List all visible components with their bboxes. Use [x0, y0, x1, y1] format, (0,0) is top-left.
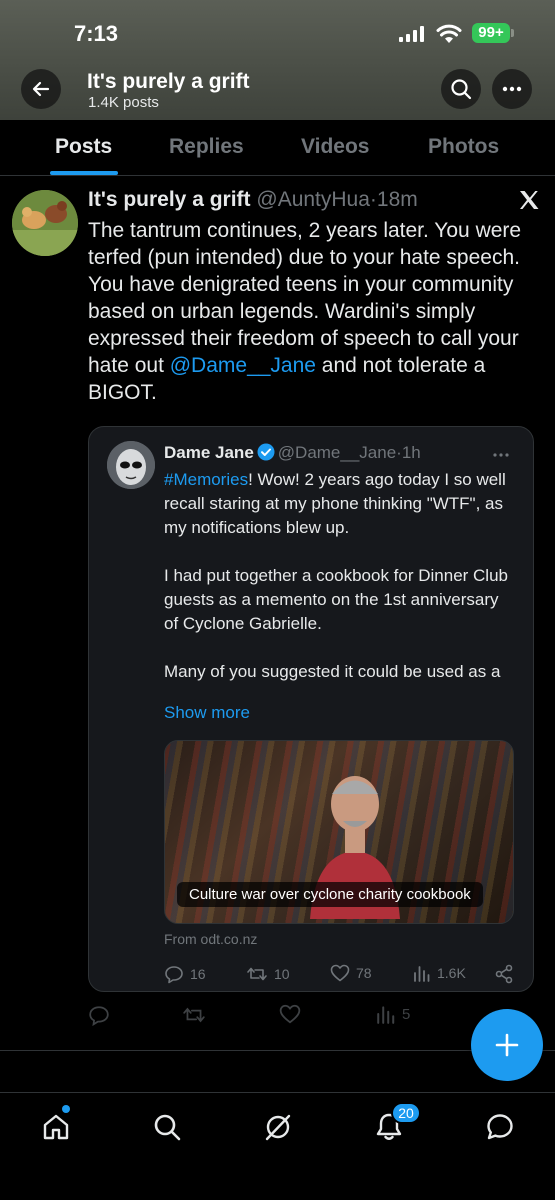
author-handle[interactable]: @AuntyHua [256, 188, 370, 211]
show-more-link[interactable]: Show more [164, 703, 250, 723]
home-icon [43, 1114, 69, 1140]
quoted-author-name[interactable]: Dame Jane [164, 443, 254, 462]
quoted-paragraph: I had put together a cookbook for Dinner… [164, 566, 508, 633]
status-time: 7:13 [74, 21, 119, 46]
reply-icon [165, 966, 183, 984]
post-views-button[interactable]: 5 [376, 1004, 410, 1024]
analytics-icon [414, 966, 430, 982]
like-button[interactable]: 78 [330, 964, 372, 982]
status-bar: 7:13 99+ [0, 18, 555, 48]
quoted-header: Dame Jane @Dame__Jane·1h [164, 443, 421, 463]
repost-count: 10 [274, 966, 290, 982]
nav-grok[interactable] [260, 1109, 296, 1145]
quoted-avatar[interactable] [107, 441, 155, 489]
author-name[interactable]: It's purely a grift [88, 188, 251, 211]
like-count: 78 [356, 965, 372, 981]
quoted-post-time[interactable]: 1h [402, 443, 421, 462]
compose-post-button[interactable] [471, 1009, 543, 1081]
quoted-author-handle[interactable]: @Dame__Jane [278, 443, 396, 462]
reply-icon [89, 1006, 109, 1026]
grok-icon [265, 1114, 291, 1141]
link-card[interactable]: Culture war over cyclone charity cookboo… [164, 740, 514, 924]
profile-name-title: It's purely a grift [87, 70, 250, 93]
verified-badge-icon [257, 443, 275, 461]
post-time[interactable]: 18m [377, 188, 418, 211]
cellular-signal-icon [399, 26, 424, 42]
nav-home[interactable] [38, 1109, 74, 1145]
search-icon [154, 1114, 181, 1141]
post-text: The tantrum continues, 2 years later. Yo… [88, 217, 538, 406]
quoted-actions: 16 10 78 1.6K [164, 964, 514, 986]
post-reply-button[interactable] [88, 1004, 110, 1026]
quoted-text: #Memories! Wow! 2 years ago today I so w… [164, 468, 514, 684]
post-repost-button[interactable] [182, 1004, 206, 1026]
views-count: 1.6K [437, 965, 466, 981]
bottom-navigation: 20 [0, 1092, 555, 1200]
reply-button[interactable]: 16 [164, 964, 206, 984]
notification-count-badge: 20 [391, 1102, 421, 1124]
avatar[interactable] [12, 190, 78, 256]
search-icon [451, 79, 472, 100]
heart-icon [279, 1004, 301, 1024]
quoted-paragraph: #Memories! Wow! 2 years ago today I so w… [164, 468, 514, 540]
post-count: 1.4K posts [88, 94, 159, 111]
reply-count: 16 [190, 966, 206, 982]
back-button[interactable] [21, 69, 61, 109]
x-logo-icon [520, 191, 539, 209]
views-button[interactable]: 1.6K [413, 964, 466, 982]
card-caption: Culture war over cyclone charity cookboo… [177, 882, 483, 907]
battery-indicator: 99+ [472, 23, 510, 43]
tab-replies[interactable]: Replies [169, 135, 244, 159]
share-button[interactable] [494, 964, 514, 984]
more-horizontal-icon [493, 453, 509, 457]
repost-icon [247, 967, 267, 981]
post-header: It's purely a grift @AuntyHua·18m [88, 188, 418, 212]
profile-tabs: Posts Replies Videos Photos [0, 120, 555, 176]
chat-icon [487, 1114, 513, 1140]
nav-search[interactable] [149, 1109, 185, 1145]
dot-separator: · [369, 188, 377, 211]
nav-messages[interactable] [482, 1109, 518, 1145]
battery-tip [511, 29, 514, 37]
search-button[interactable] [441, 69, 481, 109]
post-views-count: 5 [402, 1005, 411, 1023]
analytics-icon [377, 1006, 395, 1024]
quoted-post[interactable]: Dame Jane @Dame__Jane·1h #Memories! Wow!… [88, 426, 534, 992]
repost-button[interactable]: 10 [246, 964, 290, 984]
arrow-left-icon [32, 81, 50, 97]
home-unread-dot [62, 1105, 70, 1113]
tab-posts[interactable]: Posts [55, 135, 112, 159]
more-horizontal-icon [502, 86, 522, 92]
avatar-mask-image [107, 441, 155, 489]
hashtag-link[interactable]: #Memories [164, 470, 248, 489]
repost-icon [183, 1007, 205, 1023]
more-options-button[interactable] [492, 69, 532, 109]
avatar-chickens-image [12, 190, 78, 256]
profile-header: 7:13 99+ It's purely a grift 1.4K posts [0, 0, 555, 120]
card-source[interactable]: From odt.co.nz [164, 931, 257, 947]
heart-icon [330, 964, 350, 982]
tab-photos[interactable]: Photos [428, 135, 499, 159]
post-like-button[interactable] [279, 1004, 301, 1024]
share-icon [495, 964, 513, 984]
wifi-icon [436, 24, 462, 43]
plus-icon [495, 1033, 519, 1057]
quoted-more-button[interactable] [493, 441, 509, 462]
active-tab-indicator [50, 171, 118, 175]
mention-link[interactable]: @Dame__Jane [170, 354, 316, 377]
quoted-paragraph: Many of you suggested it could be used a… [164, 662, 501, 681]
tab-videos[interactable]: Videos [301, 135, 369, 159]
